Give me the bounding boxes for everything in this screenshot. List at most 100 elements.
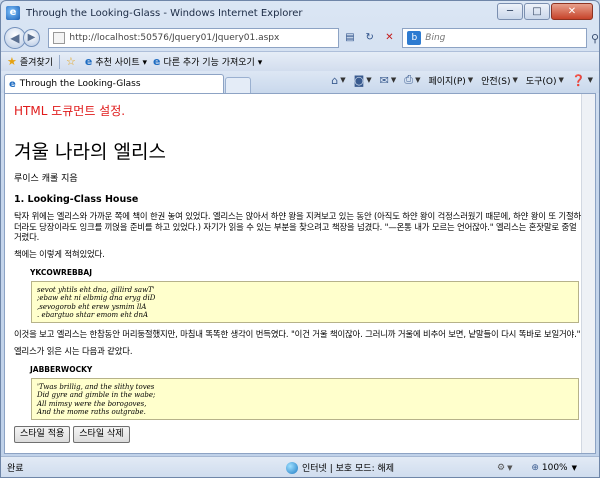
favorites-bar: ★ 즐겨찾기 ☆ e 추천 사이트 ▾ e 다른 추가 기능 가져오기 ▾ <box>1 51 599 71</box>
compat-view-button[interactable]: ▤ <box>341 28 359 48</box>
vertical-scrollbar[interactable] <box>581 94 595 453</box>
print-icon: ⎙ <box>404 73 414 86</box>
poem-line: All mimsy were the borogoves, <box>37 399 147 408</box>
forward-button[interactable]: ▶ <box>22 29 41 47</box>
paragraph-1: 탁자 위에는 엘리스와 가까운 쪽에 책이 한권 놓여 있었다. 엘리스는 앉아… <box>14 211 582 242</box>
add-favorite-button[interactable]: ☆ <box>66 55 79 68</box>
suggested-sites-label: 추천 사이트 ▾ <box>95 58 147 68</box>
poem-line: ,sevogorob eht erew ysmim llA <box>37 302 147 311</box>
browser-window: e Through the Looking-Glass - Windows In… <box>0 0 600 478</box>
window-title: Through the Looking-Glass - Windows Inte… <box>26 7 303 19</box>
chevron-down-icon: ▼ <box>366 76 372 84</box>
poem-line: sevot yhtils eht dna, gillird sawT' <box>37 286 155 294</box>
paragraph-2: 책에는 이렇게 적혀있었다. <box>14 248 105 259</box>
caption-buttons: ─ □ ✕ <box>496 3 593 20</box>
page-viewport: HTML 도큐먼트 설정. 겨울 나라의 엘리스 루이스 캐롤 지음 1. Lo… <box>4 93 596 454</box>
search-placeholder: Bing <box>425 33 446 43</box>
search-button[interactable]: ⚲ <box>591 32 599 45</box>
security-zone[interactable]: 인터넷 | 보호 모드: 해제 <box>286 461 394 474</box>
home-button[interactable]: ⌂ ▼ <box>331 74 345 87</box>
chevron-down-icon: ▼ <box>415 76 421 84</box>
paragraph-3: 이것을 보고 엘리스는 한참동안 머리둥절했지만, 마침내 똑똑한 생각이 번득… <box>14 329 581 340</box>
chevron-down-icon: ▼ <box>587 76 593 84</box>
get-addons-link[interactable]: e 다른 추가 기능 가져오기 ▾ <box>153 55 262 68</box>
back-arrow-icon: ◀ <box>10 31 20 45</box>
minimize-button[interactable]: ─ <box>497 3 523 20</box>
maximize-button[interactable]: □ <box>524 3 550 20</box>
poem-1-title: YKCOWREBBAJ <box>30 268 92 277</box>
safety-menu[interactable]: 안전(S) ▼ <box>481 74 518 87</box>
safety-menu-label: 안전(S) <box>481 76 511 87</box>
ie-page-icon: e <box>84 55 93 68</box>
chevron-down-icon: ▼ <box>340 76 346 84</box>
feeds-button[interactable]: ◙ ▼ <box>354 74 372 87</box>
apply-style-button[interactable]: 스타일 적용 <box>14 426 71 444</box>
address-input[interactable]: http://localhost:50576/Jquery01/Jquery01… <box>48 28 340 48</box>
print-button[interactable]: ⎙ ▼ <box>404 73 420 87</box>
zoom-level: 100% <box>541 462 568 473</box>
close-button[interactable]: ✕ <box>551 3 593 20</box>
page-icon <box>53 32 66 44</box>
author-line: 루이스 캐롤 지음 <box>14 174 78 184</box>
mail-icon: ✉ <box>379 73 389 87</box>
poem-1-box: sevot yhtils eht dna, gillird sawT' ;eba… <box>31 281 579 324</box>
search-icon: ⚲ <box>590 31 600 45</box>
address-bar-row: ◀ ▶ http://localhost:50576/Jquery01/Jque… <box>1 25 599 51</box>
new-tab-button[interactable] <box>225 77 251 93</box>
bing-logo-icon: b <box>407 31 422 45</box>
title-bar: e Through the Looking-Glass - Windows In… <box>1 1 599 25</box>
tools-menu-label: 도구(O) <box>525 76 557 87</box>
page-menu-label: 페이지(P) <box>428 76 466 87</box>
paragraph-4: 엘리스가 읽은 시는 다음과 같았다. <box>14 345 133 356</box>
search-input[interactable]: b Bing <box>402 28 587 48</box>
separator <box>59 54 60 69</box>
mail-button[interactable]: ✉ ▼ <box>380 74 397 87</box>
lock-icon: ⚙ <box>497 462 506 473</box>
zoom-control[interactable]: ⊕ 100% ▼ <box>531 463 577 473</box>
protected-mode-button[interactable]: ⚙ ▼ <box>497 463 512 473</box>
status-text: 완료 <box>7 464 24 474</box>
favorites-label: 즐겨찾기 <box>19 58 53 68</box>
poem-line: Did gyre and gimble in the wabe; <box>37 391 156 400</box>
zone-label: 인터넷 | 보호 모드: 해제 <box>302 464 395 474</box>
tools-menu[interactable]: 도구(O) ▼ <box>526 74 564 87</box>
tab-label: Through the Looking-Glass <box>19 79 141 89</box>
tab-command-bar: e Through the Looking-Glass ⌂ ▼ ◙ ▼ ✉ ▼ ⎙ ▼ … <box>1 71 599 93</box>
chevron-down-icon: ▼ <box>507 463 513 472</box>
stop-icon: ✕ <box>385 32 394 43</box>
compat-icon: ▤ <box>345 32 355 43</box>
tab-active[interactable]: e Through the Looking-Glass <box>4 74 224 93</box>
chevron-down-icon: ▼ <box>558 76 564 84</box>
poem-line: 'Twas brillig, and the slithy toves <box>37 383 155 392</box>
style-buttons: 스타일 적용 스타일 삭제 <box>14 426 582 444</box>
status-bar: 완료 인터넷 | 보호 모드: 해제 ⚙ ▼ ⊕ 100% ▼ <box>1 456 599 477</box>
ie-page-icon: e <box>152 55 161 68</box>
home-icon: ⌂ <box>331 73 339 87</box>
suggested-sites-link[interactable]: e 추천 사이트 ▾ <box>85 55 147 68</box>
command-bar: ⌂ ▼ ◙ ▼ ✉ ▼ ⎙ ▼ 페이지(P) ▼ 안전(S) ▼ 도구(O) ▼ ❓ ▼ <box>323 73 593 87</box>
chapter-heading: 1. Looking-Class House <box>14 194 139 205</box>
favorites-button[interactable]: ★ 즐겨찾기 <box>7 55 53 68</box>
ie-logo-icon: e <box>6 6 20 20</box>
refresh-button[interactable]: ↻ <box>361 28 379 48</box>
help-button[interactable]: ❓ ▼ <box>572 74 593 87</box>
page-menu[interactable]: 페이지(P) ▼ <box>428 74 473 87</box>
poem-line: And the mome raths outgrabe. <box>37 408 146 417</box>
document-setup-title: HTML 도큐먼트 설정. <box>14 104 126 118</box>
page-heading: 겨울 나라의 엘리스 <box>14 141 166 163</box>
ie-tab-icon: e <box>9 78 16 90</box>
remove-style-button[interactable]: 스타일 삭제 <box>73 426 130 444</box>
forward-arrow-icon: ▶ <box>27 32 36 43</box>
zoom-icon: ⊕ <box>531 462 539 473</box>
url-text: http://localhost:50576/Jquery01/Jquery01… <box>69 33 280 43</box>
favorites-star-icon: ★ <box>7 55 17 68</box>
poem-line: ;ebaw eht ni elbmig dna eryg diD <box>37 294 156 303</box>
add-favorite-icon: ☆ <box>66 55 76 68</box>
help-icon: ❓ <box>571 73 586 87</box>
chevron-down-icon: ▼ <box>390 76 397 84</box>
chevron-down-icon: ▼ <box>571 463 577 472</box>
page-content: HTML 도큐먼트 설정. 겨울 나라의 엘리스 루이스 캐롤 지음 1. Lo… <box>14 94 582 444</box>
stop-button[interactable]: ✕ <box>381 28 399 48</box>
rss-icon: ◙ <box>353 73 365 87</box>
chevron-down-icon: ▼ <box>467 76 474 84</box>
